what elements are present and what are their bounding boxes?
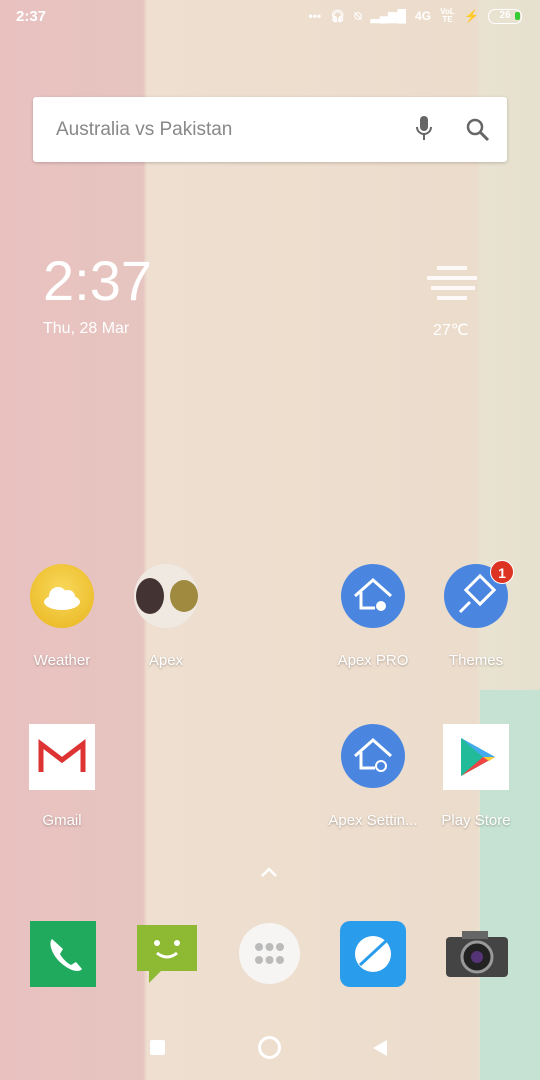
more-icon: •••: [308, 9, 322, 23]
alarm-off-icon: ⍉: [354, 8, 362, 23]
gmail-icon: [29, 724, 95, 790]
dock-browser[interactable]: [340, 921, 406, 987]
weather-icon: [30, 564, 94, 628]
chevron-up-icon[interactable]: [259, 866, 279, 878]
app-folder-apex[interactable]: Apex: [114, 564, 218, 669]
app-apex-settings[interactable]: Apex Settin...: [321, 724, 425, 829]
search-icon[interactable]: [465, 117, 491, 143]
app-apex-pro[interactable]: Apex PRO: [321, 564, 425, 669]
dock-messages[interactable]: [135, 921, 201, 987]
app-label: Play Store: [441, 812, 511, 829]
app-label: Gmail: [42, 812, 82, 829]
date-label: Thu, 28 Mar: [43, 320, 130, 337]
recents-button[interactable]: [150, 1040, 165, 1055]
app-label: Themes: [448, 652, 504, 669]
clock-widget[interactable]: 2:37: [43, 248, 152, 313]
phone-icon: [50, 939, 82, 971]
app-drawer-button[interactable]: [239, 923, 300, 984]
grid-icon: [255, 943, 284, 964]
app-label: Weather: [33, 652, 91, 669]
app-themes[interactable]: 1 Themes: [424, 560, 528, 669]
messages-icon: [137, 925, 197, 983]
browser-icon: [355, 936, 391, 972]
app-weather[interactable]: Weather: [10, 564, 114, 669]
volte-icon: VoLTE: [440, 7, 455, 24]
temperature: 27℃: [433, 322, 469, 339]
camera-icon: [446, 931, 508, 977]
network-type: 4G: [415, 9, 432, 23]
dock-phone[interactable]: [30, 921, 96, 987]
battery-icon: 26: [488, 8, 522, 24]
notification-badge: 1: [490, 560, 514, 584]
app-gmail[interactable]: Gmail: [10, 724, 114, 829]
signal-icon: ▂▄▆█: [370, 9, 407, 23]
folder-icon: [134, 564, 198, 628]
status-icons: ••• 🎧︎ ⍉ ▂▄▆█ 4G VoLTE ⚡ 26: [309, 8, 522, 24]
search-input[interactable]: Australia vs Pakistan: [56, 119, 232, 141]
headphones-icon: 🎧︎: [330, 9, 346, 23]
back-button[interactable]: [371, 1039, 389, 1057]
status-bar: 2:37 ••• 🎧︎ ⍉ ▂▄▆█ 4G VoLTE ⚡ 26: [0, 0, 540, 34]
apex-settings-icon: [341, 724, 405, 788]
dock-camera[interactable]: [444, 921, 510, 987]
charging-icon: ⚡: [464, 9, 479, 23]
apex-pro-icon: [341, 564, 405, 628]
app-play-store[interactable]: Play Store: [424, 724, 528, 829]
home-button[interactable]: [258, 1036, 281, 1059]
fog-icon[interactable]: [425, 262, 479, 306]
search-bar[interactable]: Australia vs Pakistan: [33, 97, 507, 162]
app-label: Apex Settin...: [328, 812, 418, 829]
mic-icon[interactable]: [415, 115, 433, 143]
themes-icon: 1: [444, 560, 514, 628]
play-store-icon: [443, 724, 509, 790]
status-time: 2:37: [16, 8, 47, 25]
app-label: Apex PRO: [337, 652, 409, 669]
app-label: Apex: [148, 652, 184, 669]
